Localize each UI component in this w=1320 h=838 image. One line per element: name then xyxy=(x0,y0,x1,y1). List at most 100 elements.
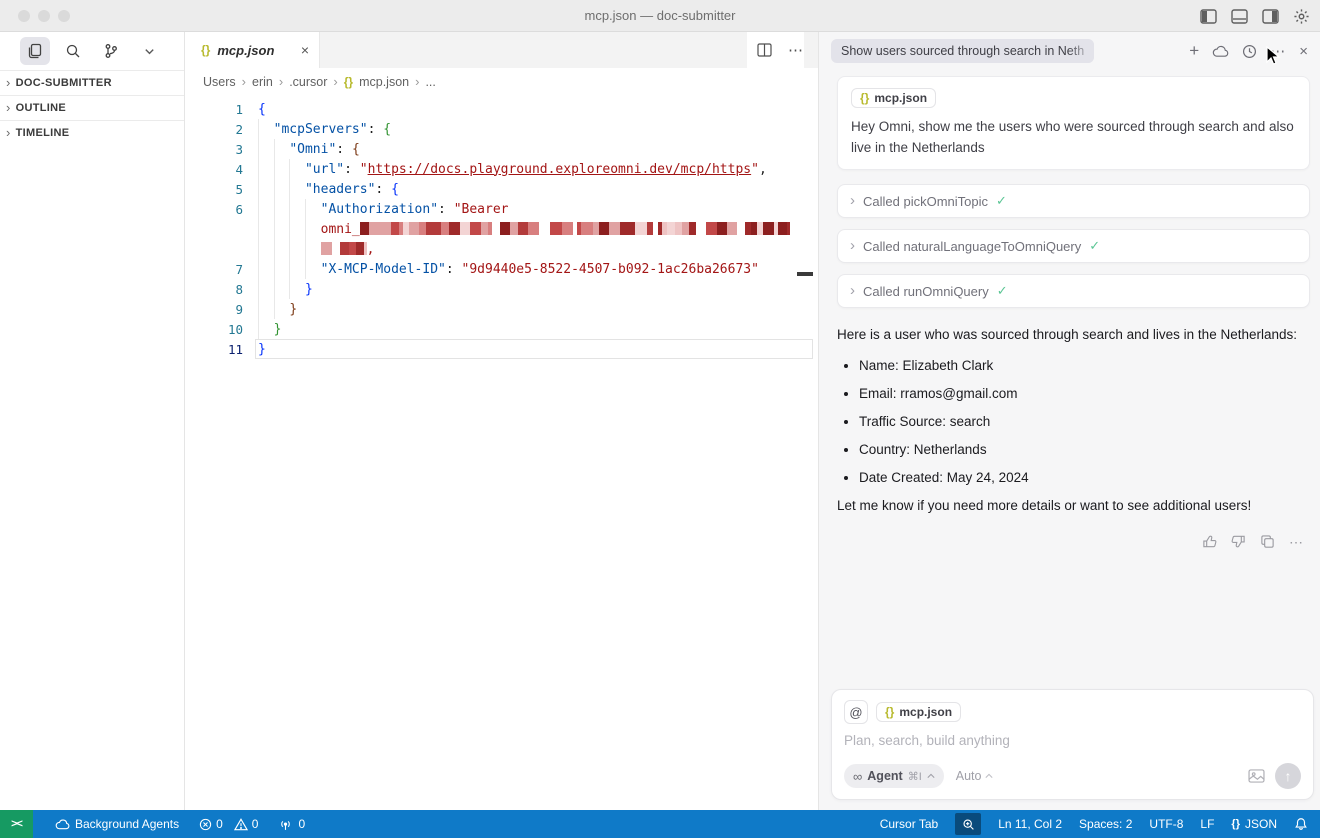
input-context-pill[interactable]: {} mcp.json xyxy=(876,702,961,722)
mouse-cursor xyxy=(1266,46,1281,67)
user-message-text: Hey Omni, show me the users who were sou… xyxy=(851,116,1296,158)
search-icon[interactable] xyxy=(58,37,88,65)
window-controls[interactable] xyxy=(18,10,70,22)
sidebar-item-doc-submitter[interactable]: › DOC-SUBMITTER xyxy=(0,70,184,95)
code-line[interactable]: 10 } xyxy=(185,319,818,339)
thumbs-up-icon[interactable] xyxy=(1202,534,1217,551)
tab-label: mcp.json xyxy=(217,43,274,58)
language-mode[interactable]: {} JSON xyxy=(1231,817,1277,831)
close-window-icon[interactable] xyxy=(18,10,30,22)
chat-panel: Show users sourced through search in Net… xyxy=(818,32,1320,810)
close-tab-icon[interactable]: × xyxy=(301,42,309,58)
problems-button[interactable]: 0 0 xyxy=(199,817,258,831)
indentation-setting[interactable]: Spaces: 2 xyxy=(1079,817,1132,831)
copy-response-icon[interactable] xyxy=(1260,534,1275,551)
chevron-right-icon: › xyxy=(6,75,11,90)
source-control-icon[interactable] xyxy=(96,37,126,65)
tool-call-card[interactable]: › Called pickOmniTopic ✓ xyxy=(837,184,1310,218)
breadcrumb-item[interactable]: mcp.json xyxy=(359,75,409,89)
code-line[interactable]: 7 "X-MCP-Model-ID": "9d9440e5-8522-4507-… xyxy=(185,259,818,279)
split-editor-icon[interactable] xyxy=(757,43,772,57)
model-selector[interactable]: Auto xyxy=(956,769,994,783)
context-file-pill[interactable]: {} mcp.json xyxy=(851,88,936,108)
expand-chevron-icon: › xyxy=(850,192,855,209)
more-views-chevron-icon[interactable] xyxy=(134,37,164,65)
background-agents-button[interactable]: Background Agents xyxy=(55,817,179,831)
screenshot-zoom-indicator[interactable] xyxy=(955,813,981,835)
chat-tab[interactable]: Show users sourced through search in Net… xyxy=(831,39,1094,63)
add-context-icon[interactable]: @ xyxy=(844,700,868,724)
code-line[interactable]: 2 "mcpServers": { xyxy=(185,119,818,139)
expand-chevron-icon: › xyxy=(850,282,855,299)
code-line[interactable]: 6 "Authorization": "Bearer xyxy=(185,199,818,219)
code-line[interactable]: 9 } xyxy=(185,299,818,319)
explorer-icon[interactable] xyxy=(20,37,50,65)
breadcrumb-item[interactable]: erin xyxy=(252,75,273,89)
breadcrumb-separator: › xyxy=(333,74,337,89)
success-check-icon: ✓ xyxy=(996,193,1007,209)
breadcrumb-separator: › xyxy=(279,74,283,89)
new-chat-icon[interactable]: + xyxy=(1189,41,1199,61)
line-number: 8 xyxy=(185,282,243,297)
tool-call-label: Called pickOmniTopic xyxy=(863,194,988,209)
cloud-icon[interactable] xyxy=(1212,45,1229,58)
response-bullet: Date Created: May 24, 2024 xyxy=(859,467,1304,488)
close-panel-icon[interactable]: × xyxy=(1299,43,1308,60)
cloud-icon xyxy=(55,819,70,830)
chat-messages[interactable]: {} mcp.json Hey Omni, show me the users … xyxy=(819,70,1320,689)
breadcrumb[interactable]: Users›erin›.cursor›{}mcp.json›... xyxy=(185,68,818,95)
code-line[interactable]: 3 "Omni": { xyxy=(185,139,818,159)
send-button[interactable]: ↑ xyxy=(1275,763,1301,789)
tool-call-card[interactable]: ›Called naturalLanguageToOmniQuery✓ xyxy=(837,229,1310,263)
code-line[interactable]: omni_ xyxy=(185,219,818,239)
user-message: {} mcp.json Hey Omni, show me the users … xyxy=(837,76,1310,170)
chat-input-box[interactable]: @ {} mcp.json ∞ Agent ⌘I Auto ↑ xyxy=(831,689,1314,800)
response-bullet-list: Name: Elizabeth ClarkEmail: rramos@gmail… xyxy=(859,355,1304,488)
sidebar-item-timeline[interactable]: › TIMELINE xyxy=(0,120,184,145)
chevron-right-icon: › xyxy=(6,100,11,115)
redacted-token xyxy=(360,222,790,235)
breadcrumb-item[interactable]: Users xyxy=(203,75,236,89)
json-file-icon: {} xyxy=(860,91,869,105)
code-line[interactable]: , xyxy=(185,239,818,259)
code-line[interactable]: 8 } xyxy=(185,279,818,299)
toggle-bottom-panel-icon[interactable] xyxy=(1231,9,1248,24)
cursor-position[interactable]: Ln 11, Col 2 xyxy=(998,817,1062,831)
minimize-window-icon[interactable] xyxy=(38,10,50,22)
code-editor[interactable]: 1{2 "mcpServers": {3 "Omni": {4 "url": "… xyxy=(185,99,818,359)
response-bullet: Traffic Source: search xyxy=(859,411,1304,432)
maximize-window-icon[interactable] xyxy=(58,10,70,22)
line-number: 1 xyxy=(185,102,243,117)
attach-image-icon[interactable] xyxy=(1248,769,1265,783)
cursor-tab-toggle[interactable]: Cursor Tab xyxy=(880,817,938,831)
notifications-bell-icon[interactable] xyxy=(1294,817,1308,831)
line-number: 7 xyxy=(185,262,243,277)
tool-call-label: Called naturalLanguageToOmniQuery xyxy=(863,239,1081,254)
breadcrumb-separator: › xyxy=(415,74,419,89)
mode-selector[interactable]: ∞ Agent ⌘I xyxy=(844,764,944,788)
tab-mcp-json[interactable]: {} mcp.json × xyxy=(185,32,320,68)
encoding-setting[interactable]: UTF-8 xyxy=(1149,817,1183,831)
breadcrumb-item[interactable]: .cursor xyxy=(289,75,327,89)
chat-input-field[interactable] xyxy=(844,733,1301,748)
tool-call-card[interactable]: ›Called runOmniQuery✓ xyxy=(837,274,1310,308)
code-line[interactable]: 1{ xyxy=(185,99,818,119)
code-line[interactable]: 4 "url": "https://docs.playground.explor… xyxy=(185,159,818,179)
toggle-right-panel-icon[interactable] xyxy=(1262,9,1279,24)
eol-setting[interactable]: LF xyxy=(1200,817,1214,831)
code-line[interactable]: 11} xyxy=(185,339,818,359)
editor-more-actions-icon[interactable]: ⋯ xyxy=(788,41,804,59)
code-line[interactable]: 5 "headers": { xyxy=(185,179,818,199)
thumbs-down-icon[interactable] xyxy=(1231,534,1246,551)
response-outro: Let me know if you need more details or … xyxy=(837,495,1304,516)
toggle-left-panel-icon[interactable] xyxy=(1200,9,1217,24)
ports-button[interactable]: 0 xyxy=(278,817,305,831)
section-label: TIMELINE xyxy=(16,127,70,139)
history-icon[interactable] xyxy=(1242,44,1257,59)
line-number: 3 xyxy=(185,142,243,157)
breadcrumb-item[interactable]: ... xyxy=(425,75,435,89)
response-more-icon[interactable]: ⋯ xyxy=(1289,534,1304,551)
settings-gear-icon[interactable] xyxy=(1293,8,1310,25)
remote-indicator[interactable]: >< xyxy=(0,810,33,838)
sidebar-item-outline[interactable]: › OUTLINE xyxy=(0,95,184,120)
